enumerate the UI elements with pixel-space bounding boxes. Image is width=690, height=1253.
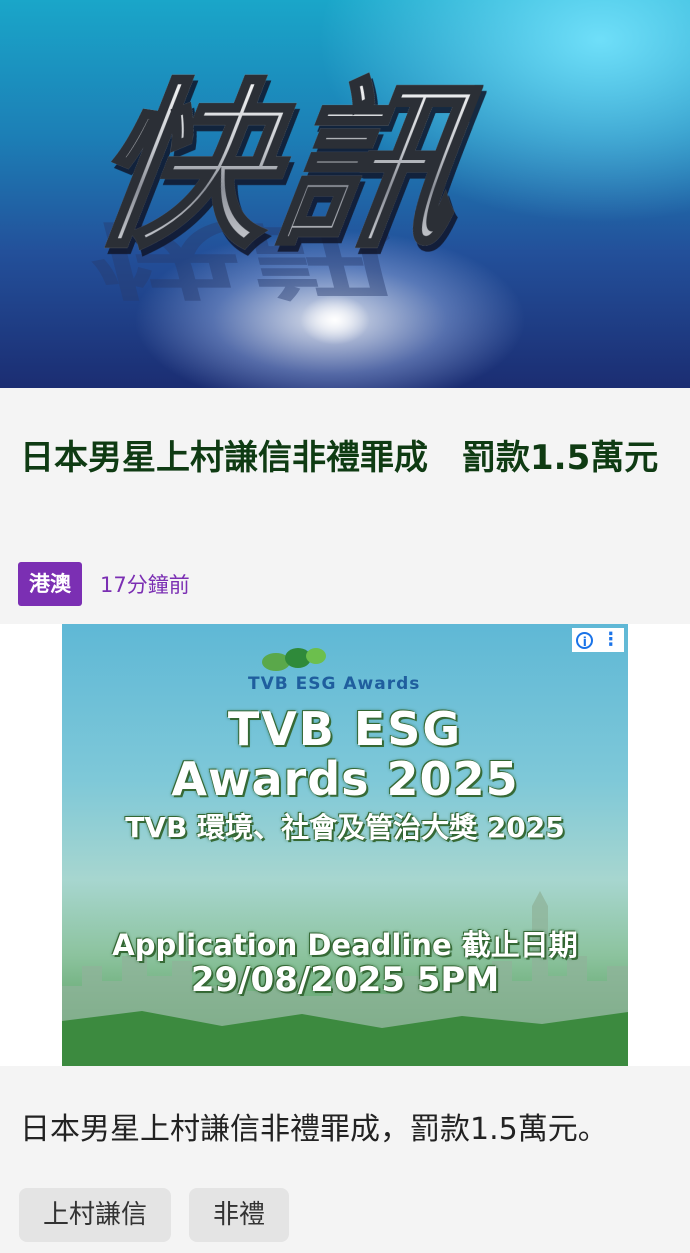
news-flash-banner: 快訊 快訊 [0,0,690,388]
banner-title: 快訊 [78,60,479,273]
ad-subtitle: TVB 環境、社會及管治大獎 2025 [125,811,565,844]
ad-banner[interactable]: TVB ESG Awards TVB ESG Awards 2025 TVB 環… [62,624,628,1066]
leaf-logo-icon [262,648,326,671]
article-summary: 日本男星上村謙信非禮罪成，罰款1.5萬元。 [20,1112,608,1147]
category-badge[interactable]: 港澳 [18,562,82,606]
tag-list: 上村謙信 非禮 [19,1188,307,1242]
tag-chip[interactable]: 上村謙信 [19,1188,172,1242]
ad-choices[interactable]: i ⋮ [572,628,624,652]
ad-logo-text: TVB ESG Awards [248,674,421,694]
info-icon[interactable]: i [576,631,594,649]
ad-deadline-date: 29/08/2025 5PM [190,960,500,1000]
lens-flare [300,295,370,345]
article-headline: 日本男星上村謙信非禮罪成 罰款1.5萬元 [20,438,659,478]
more-options-icon[interactable]: ⋮ [602,631,620,649]
ad-title-line1: TVB ESG [227,702,463,756]
publish-time: 17分鐘前 [100,573,190,597]
ad-title-line2: Awards 2025 [171,752,519,806]
ad-deadline-label: Application Deadline 截止日期 [112,928,578,962]
article-meta: 港澳 17分鐘前 [18,561,190,607]
tag-chip[interactable]: 非禮 [189,1188,290,1242]
